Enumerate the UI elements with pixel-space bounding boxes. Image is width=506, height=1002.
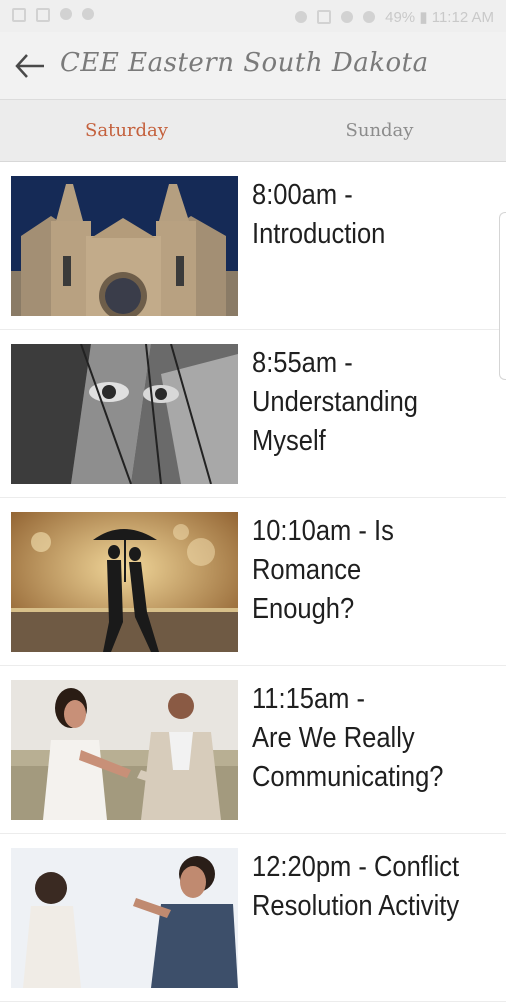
- wifi-icon: [341, 11, 354, 23]
- status-notification-icons: [12, 8, 94, 22]
- list-item[interactable]: 12:20pm - Conflict Resolution Activity: [0, 834, 506, 1002]
- nfc-icon: [317, 10, 332, 24]
- app-title: CEE Eastern South Dakota: [60, 48, 429, 78]
- session-title: 11:15am - Are We Really Communicating?: [252, 683, 444, 793]
- couple-couch-photo: [11, 680, 238, 820]
- battery-time-text: 49% ▮ 11:12 AM: [385, 9, 494, 26]
- list-item[interactable]: 11:15am - Are We Really Communicating?: [0, 666, 506, 834]
- mute-icon: [295, 11, 308, 23]
- download-icon: [60, 8, 72, 20]
- conflict-photo: [11, 848, 238, 988]
- status-bar: 49% ▮ 11:12 AM: [0, 0, 506, 32]
- app-bar: CEE Eastern South Dakota: [0, 32, 506, 100]
- couple-umbrella-photo: [11, 512, 238, 652]
- gallery-icon: [12, 8, 26, 22]
- session-list: 8:00am - Introduction 8:55am - Understan…: [0, 162, 506, 1002]
- session-title: 12:20pm - Conflict Resolution Activity: [252, 851, 460, 922]
- session-title: 8:55am - Understanding Myself: [252, 347, 419, 457]
- session-title: 8:00am - Introduction: [252, 179, 386, 250]
- cathedral-photo: [11, 176, 238, 316]
- scroll-indicator[interactable]: [499, 212, 506, 380]
- list-item[interactable]: 8:00am - Introduction: [0, 162, 506, 330]
- session-title: 10:10am - Is Romance Enough?: [252, 515, 394, 625]
- message-icon: [36, 8, 50, 22]
- list-item[interactable]: 8:55am - Understanding Myself: [0, 330, 506, 498]
- tab-saturday[interactable]: Saturday: [0, 100, 253, 161]
- download-icon: [82, 8, 94, 20]
- day-tabs: Saturday Sunday: [0, 100, 506, 162]
- back-button[interactable]: [14, 52, 46, 80]
- tab-sunday[interactable]: Sunday: [253, 100, 506, 161]
- arrow-left-icon: [15, 54, 44, 78]
- list-item[interactable]: 10:10am - Is Romance Enough?: [0, 498, 506, 666]
- mirror-face-photo: [11, 344, 238, 484]
- status-system-icons: 49% ▮ 11:12 AM: [295, 8, 494, 26]
- signal-icon: [363, 11, 376, 23]
